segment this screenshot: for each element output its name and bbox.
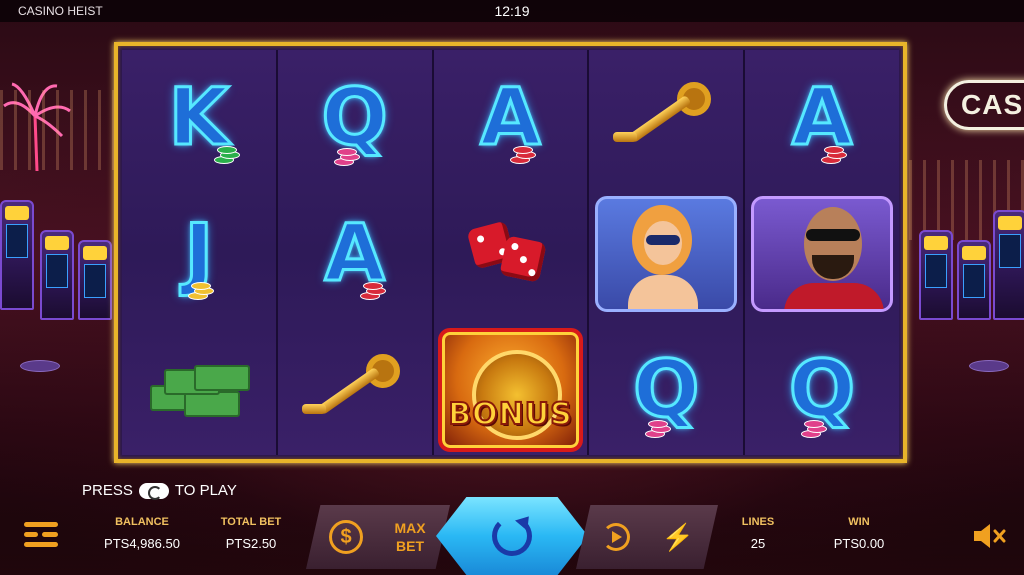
neon-sign: CAS — [944, 80, 1024, 130]
chips-icon — [645, 420, 675, 440]
symbol-cell: BONUS — [434, 322, 588, 458]
symbol-cell — [745, 186, 899, 322]
symbol-cell — [589, 50, 743, 186]
max-bet-line1: MAX — [394, 520, 426, 536]
to-play-text: TO PLAY — [174, 482, 237, 499]
reel-2: Q A — [277, 50, 434, 458]
spin-key-icon — [138, 482, 169, 500]
lightning-bolt-icon: ⚡ — [661, 521, 695, 552]
chips-icon — [188, 282, 218, 302]
balance-label: BALANCE — [115, 516, 169, 528]
lines-value: 25 — [750, 536, 766, 551]
chips-icon — [214, 146, 244, 166]
symbol-cell — [122, 322, 276, 458]
symbol-cell: A — [434, 50, 588, 186]
spin-button[interactable] — [436, 497, 588, 575]
chips-icon — [801, 420, 831, 440]
symbol-cell: K — [122, 50, 276, 186]
golden-key-icon — [300, 350, 410, 430]
lines-display: LINES 25 — [726, 516, 790, 551]
reel-frame: K J Q A A BONUS Q A Q — [114, 42, 907, 463]
symbol-cell: Q — [278, 50, 432, 186]
golden-key-icon — [611, 78, 721, 158]
symbol-cell: Q — [745, 322, 899, 458]
symbol-cell — [589, 186, 743, 322]
autoplay-icon — [602, 523, 630, 551]
total-bet-value: PTS2.50 — [225, 536, 277, 551]
man-portrait-symbol — [751, 196, 893, 312]
reel-1: K J — [122, 50, 278, 455]
slot-machine — [0, 200, 34, 310]
bonus-symbol: BONUS — [437, 328, 584, 452]
symbol-cell: A — [278, 186, 432, 322]
chips-icon — [509, 146, 540, 166]
menu-button[interactable] — [24, 522, 58, 548]
total-bet-label: TOTAL BET — [220, 516, 282, 528]
press-to-play-prompt: PRESS TO PLAY — [82, 482, 237, 500]
slot-machine — [993, 210, 1024, 320]
slot-machine — [40, 230, 74, 320]
chips-icon — [821, 146, 851, 166]
stool — [969, 360, 1009, 372]
symbol-cell: J — [122, 186, 276, 322]
reel-5: A Q — [745, 50, 899, 455]
bonus-label: BONUS — [447, 396, 573, 433]
reel-3: A BONUS — [433, 50, 590, 458]
slot-machine — [957, 240, 991, 320]
light-strip — [0, 90, 115, 170]
top-bar: CASINO HEIST 12:19 — [0, 0, 1024, 22]
casino-background-right: CAS — [909, 40, 1024, 460]
stool — [20, 360, 60, 372]
cash-icon — [144, 355, 254, 425]
win-value: PTS0.00 — [833, 536, 885, 551]
casino-background-left — [0, 40, 115, 460]
balance-display: BALANCE PTS4,986.50 — [92, 516, 192, 551]
symbol-cell — [434, 186, 588, 322]
win-label: WIN — [848, 516, 870, 528]
symbol-cell: A — [745, 50, 899, 186]
reel-4: Q — [589, 50, 746, 458]
coin-icon: $ — [329, 520, 363, 554]
reels: K J Q A A BONUS Q A Q — [122, 50, 899, 455]
slot-machine — [919, 230, 953, 320]
total-bet-display: TOTAL BET PTS2.50 — [206, 516, 296, 551]
win-display: WIN PTS0.00 — [814, 516, 904, 551]
max-bet-line2: BET — [396, 538, 424, 554]
max-bet-label: MAX BET — [394, 519, 425, 555]
mute-speaker-icon[interactable] — [972, 522, 1006, 550]
lines-label: LINES — [741, 516, 775, 528]
dice-icon — [465, 219, 555, 289]
symbol-cell — [278, 322, 432, 458]
symbol-cell: Q — [589, 322, 743, 458]
balance-value: PTS4,986.50 — [104, 536, 180, 551]
slot-machine — [78, 240, 112, 320]
chips-icon — [359, 282, 390, 302]
spin-arrow-icon — [492, 516, 532, 556]
woman-portrait-symbol — [595, 196, 738, 312]
press-text: PRESS — [82, 482, 133, 499]
clock: 12:19 — [494, 3, 530, 19]
chips-icon — [333, 148, 364, 168]
